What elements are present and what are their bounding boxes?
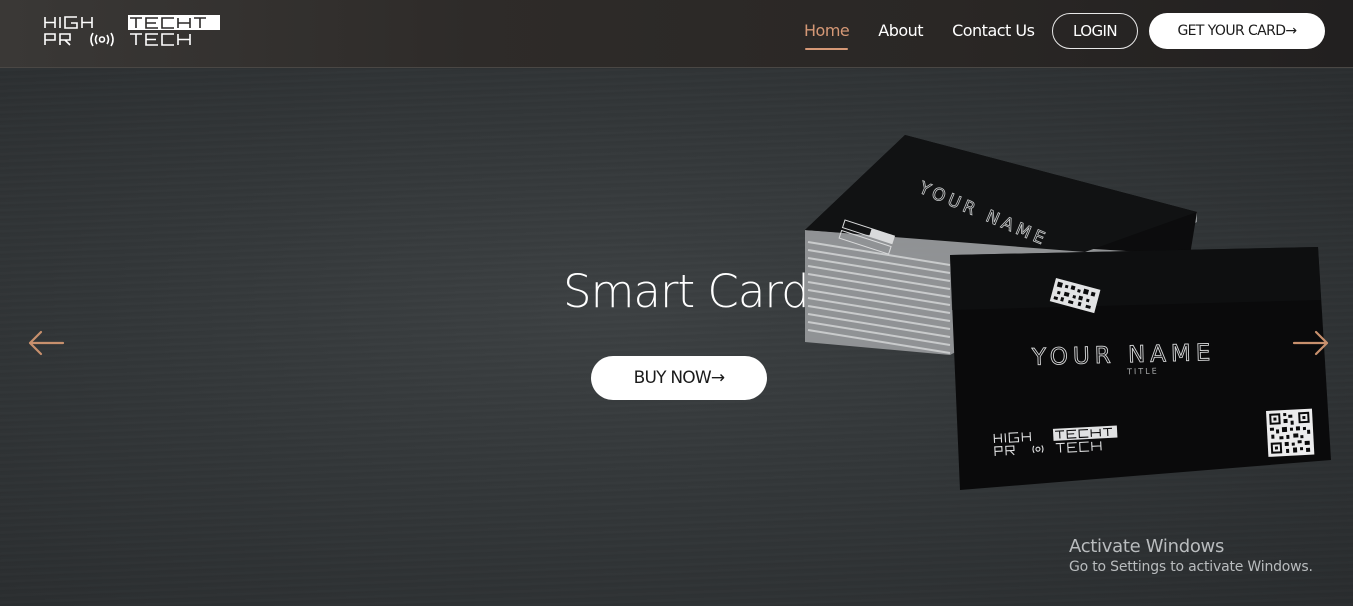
nav-contact[interactable]: Contact Us [952,21,1035,40]
nav-home[interactable]: Home [804,21,850,50]
navbar: Home About Contact Us LOGIN GET YOUR CAR… [0,0,1353,68]
front-card-name: YOUR NAME [1031,340,1216,371]
get-your-card-button[interactable]: GET YOUR CARD→ [1149,13,1325,49]
qr-code-icon [1266,408,1315,457]
smart-card-image: YOUR NAME YOUR NAME TITLE [805,135,1331,490]
brand-logo[interactable] [44,15,220,47]
front-card: YOUR NAME TITLE [950,247,1331,490]
buy-now-button[interactable]: BUY NOW→ [591,356,767,400]
watermark-subtitle: Go to Settings to activate Windows. [1069,559,1313,575]
arrow-right-icon[interactable] [1292,328,1330,358]
nav-about[interactable]: About [878,21,923,40]
hero-title: Smart Card [563,265,810,318]
watermark-title: Activate Windows [1069,536,1225,557]
main-nav: Home About Contact Us [792,18,1063,50]
activate-windows-watermark: Activate Windows Go to Settings to activ… [1069,536,1313,575]
login-button[interactable]: LOGIN [1052,13,1138,49]
arrow-left-icon[interactable] [27,328,65,358]
front-card-title: TITLE [1126,367,1159,377]
